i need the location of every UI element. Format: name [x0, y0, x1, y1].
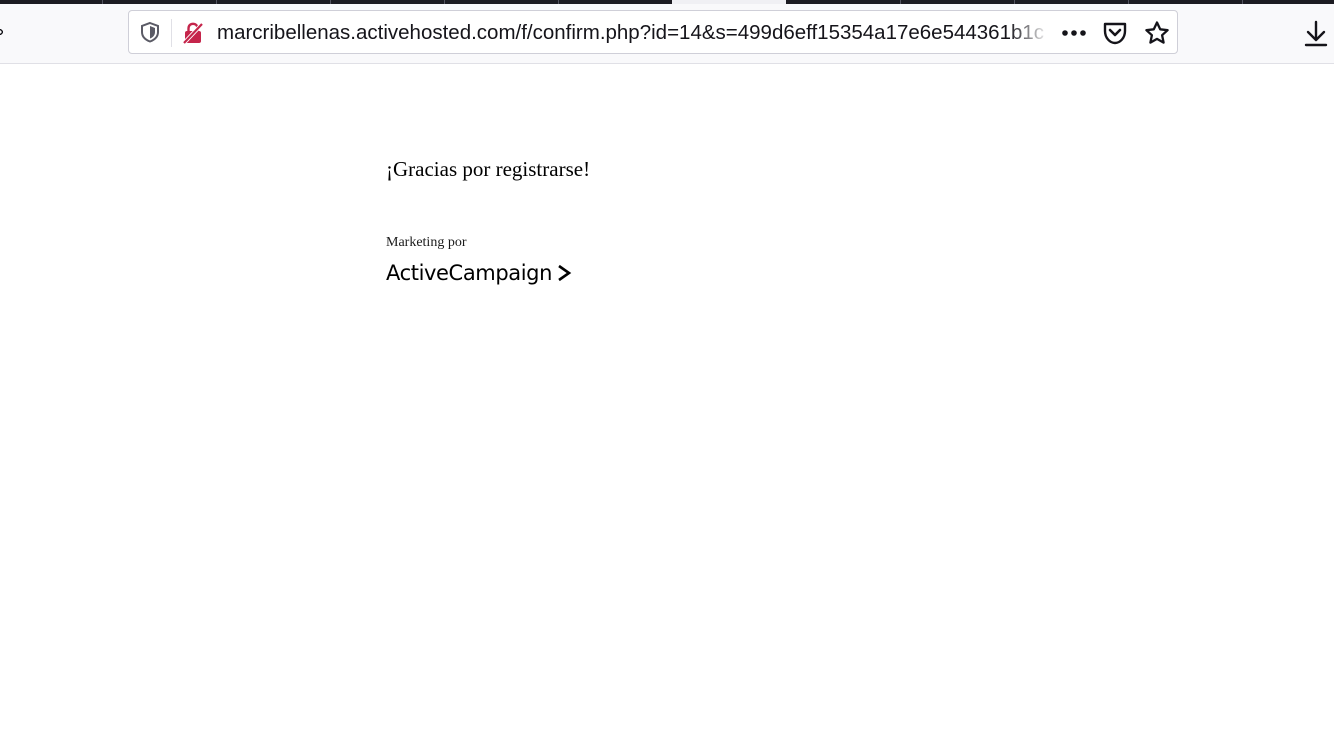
insecure-lock-icon[interactable] — [181, 21, 205, 45]
browser-toolbar: marcribellenas.activehosted.com/f/confir… — [0, 4, 1334, 64]
url-fade — [1009, 21, 1049, 45]
url-text[interactable]: marcribellenas.activehosted.com/f/confir… — [217, 21, 1049, 45]
activecampaign-logo[interactable]: ActiveCampaign — [386, 260, 572, 286]
thank-you-message: ¡Gracias por registrarse! — [386, 157, 591, 181]
download-icon[interactable] — [1302, 19, 1330, 49]
chevron-right-icon — [558, 264, 572, 282]
address-bar[interactable]: marcribellenas.activehosted.com/f/confir… — [128, 10, 1178, 54]
pocket-icon[interactable] — [1101, 20, 1129, 46]
more-icon[interactable] — [1059, 22, 1089, 44]
back-icon[interactable] — [0, 29, 3, 35]
url-value: marcribellenas.activehosted.com/f/confir… — [217, 21, 1045, 44]
shield-icon[interactable] — [139, 21, 161, 43]
powered-by-label: Marketing por — [386, 235, 467, 250]
urlbar-divider — [171, 19, 172, 47]
confirmation-content: ¡Gracias por registrarse! Marketing por … — [386, 156, 986, 285]
brand-name: ActiveCampaign — [386, 261, 553, 285]
star-icon[interactable] — [1143, 20, 1171, 46]
